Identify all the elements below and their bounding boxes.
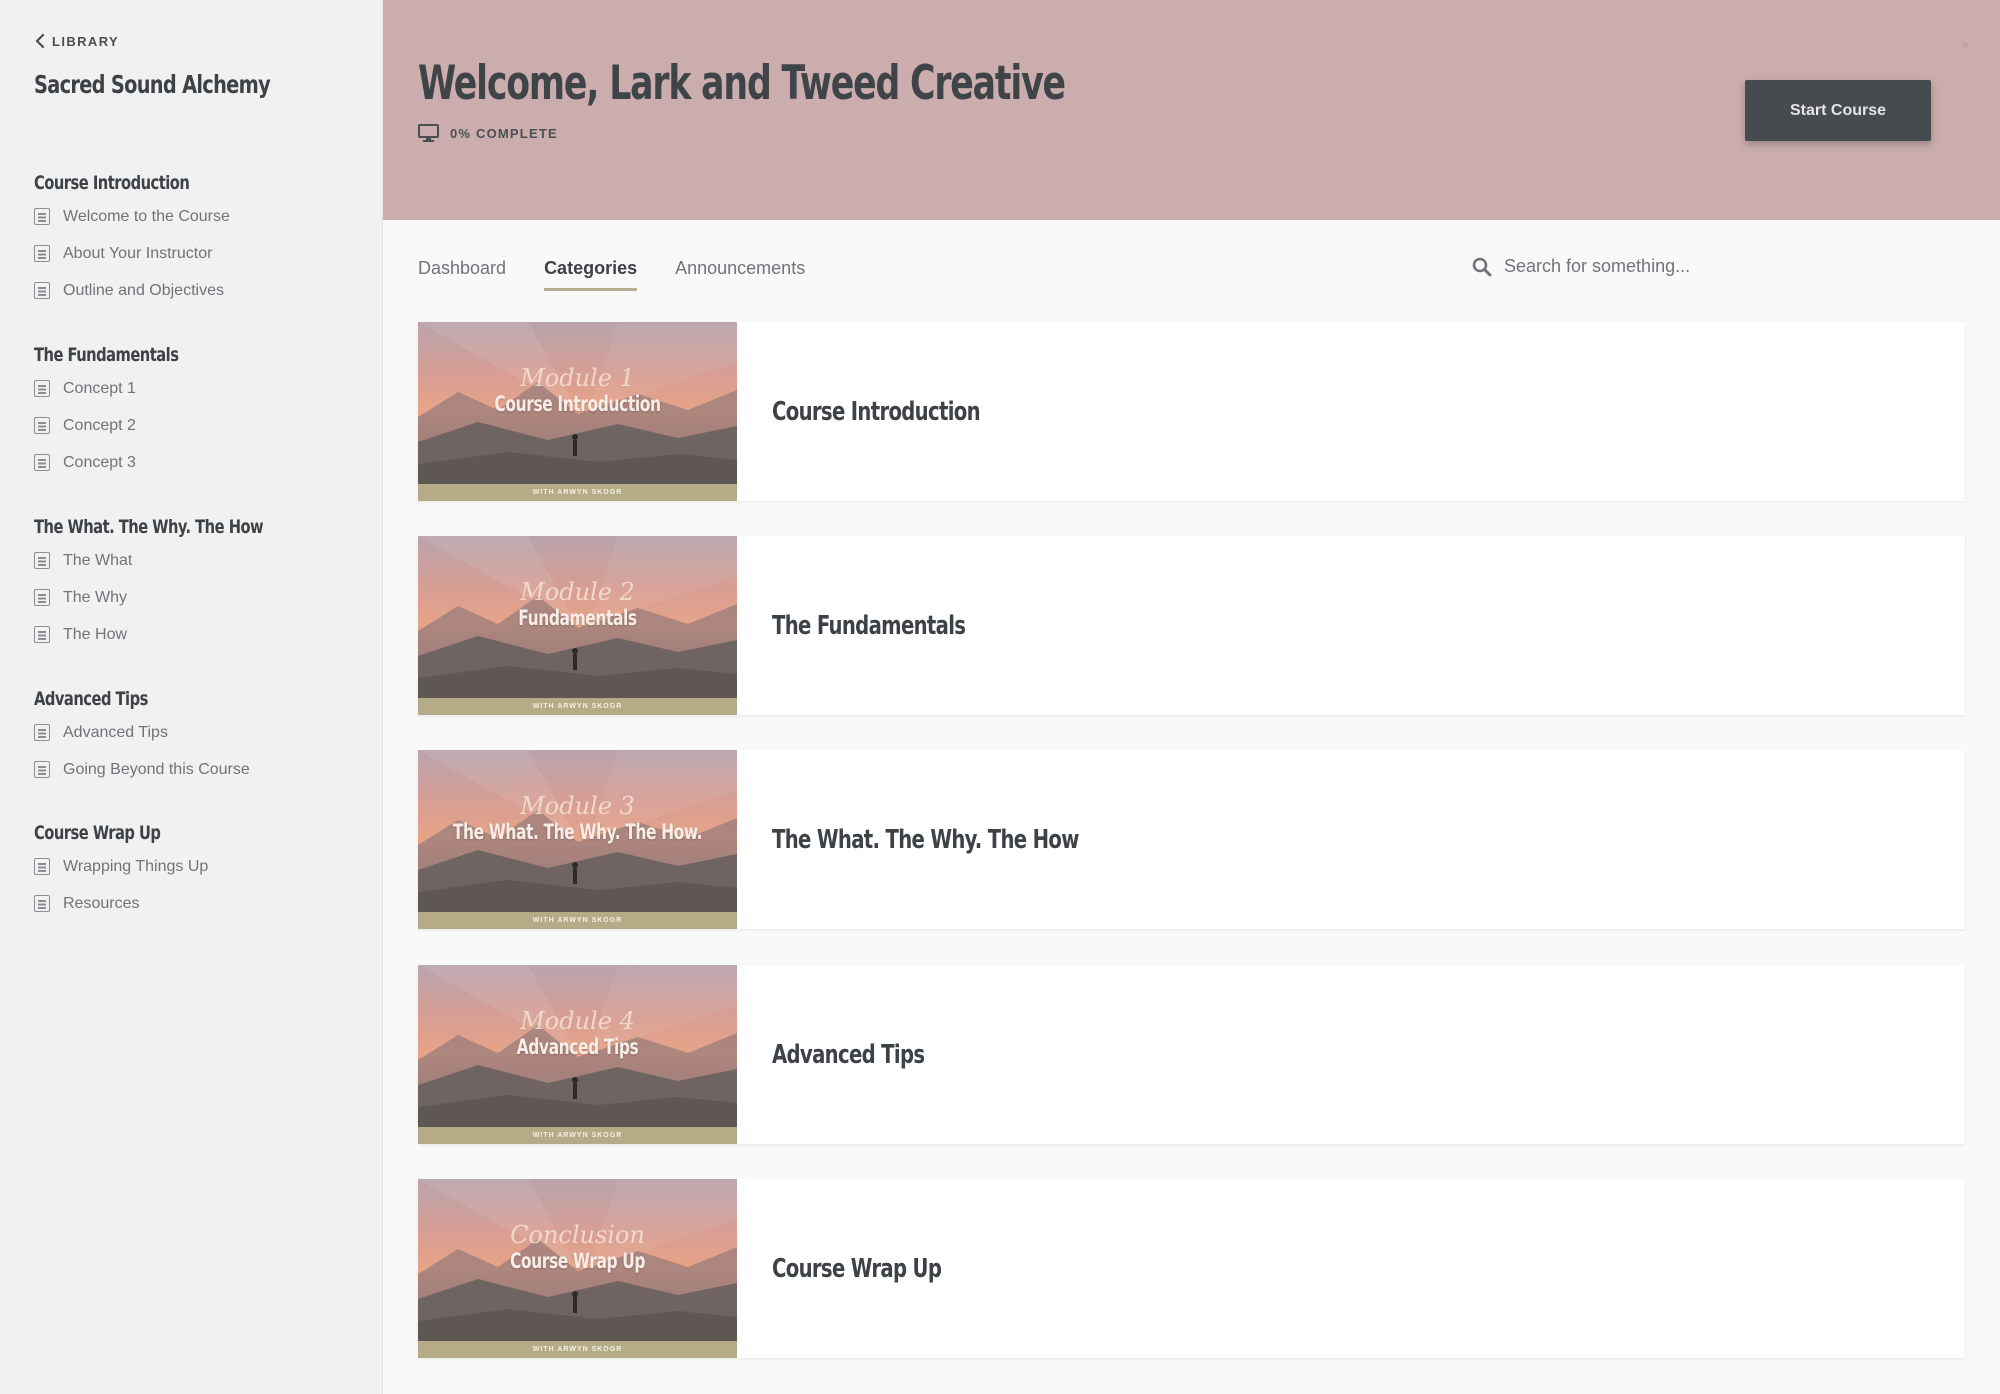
section-heading[interactable]: The Fundamentals	[34, 340, 318, 370]
category-title: Advanced Tips	[772, 1039, 925, 1070]
category-card-course-introduction[interactable]: Module 1 Course Introduction WITH ARWYN …	[418, 322, 1965, 501]
thumbnail-title: Course Introduction	[494, 392, 661, 416]
thumbnail-module-label: Conclusion	[510, 1221, 645, 1249]
thumbnail-module-label: Module 4	[520, 1007, 635, 1035]
main-tabs: Dashboard Categories Announcements	[418, 258, 805, 291]
category-card-advanced-tips[interactable]: Module 4 Advanced Tips WITH ARWYN SKOGR …	[418, 965, 1965, 1144]
lesson-label: Concept 2	[63, 416, 136, 434]
document-icon	[34, 858, 50, 875]
lesson-label: Welcome to the Course	[63, 207, 230, 225]
document-icon	[34, 380, 50, 397]
document-icon	[34, 589, 50, 606]
category-card-what-why-how[interactable]: Module 3 The What. The Why. The How. WIT…	[418, 750, 1965, 929]
lesson-item[interactable]: Concept 3	[34, 444, 364, 481]
lesson-label: Resources	[63, 894, 140, 912]
sidebar: LIBRARY Sacred Sound Alchemy Course Intr…	[0, 0, 383, 1394]
lesson-label: The What	[63, 551, 133, 569]
category-title: Course Introduction	[772, 396, 981, 427]
search-icon[interactable]	[1472, 257, 1492, 277]
course-title: Sacred Sound Alchemy	[34, 70, 271, 99]
lesson-label: Going Beyond this Course	[63, 760, 250, 778]
category-title: The What. The Why. The How	[772, 824, 1079, 855]
thumbnail-title: Course Wrap Up	[509, 1249, 646, 1273]
section-heading[interactable]: Course Introduction	[34, 168, 318, 198]
close-icon[interactable]: ×	[1962, 39, 1972, 51]
tab-announcements[interactable]: Announcements	[675, 258, 805, 291]
document-icon	[34, 417, 50, 434]
document-icon	[34, 208, 50, 225]
lesson-label: Advanced Tips	[63, 723, 168, 741]
lesson-label: Concept 1	[63, 379, 136, 397]
thumbnail-instructor-band: WITH ARWYN SKOGR	[418, 1127, 737, 1144]
progress-status: 0% COMPLETE	[418, 124, 558, 142]
category-thumbnail: Module 1 Course Introduction WITH ARWYN …	[418, 322, 737, 501]
course-app: LIBRARY Sacred Sound Alchemy Course Intr…	[0, 0, 2000, 1394]
document-icon	[34, 282, 50, 299]
tab-categories[interactable]: Categories	[544, 258, 638, 291]
lesson-label: Concept 3	[63, 453, 136, 471]
category-thumbnail: Module 4 Advanced Tips WITH ARWYN SKOGR	[418, 965, 737, 1144]
lesson-item[interactable]: Outline and Objectives	[34, 272, 364, 309]
sidebar-section-advanced-tips: Advanced Tips Advanced Tips Going Beyond…	[34, 684, 364, 788]
category-title: The Fundamentals	[772, 610, 966, 641]
category-thumbnail: Module 2 Fundamentals WITH ARWYN SKOGR	[418, 536, 737, 715]
sidebar-section-course-introduction: Course Introduction Welcome to the Cours…	[34, 168, 364, 309]
category-thumbnail: Module 3 The What. The Why. The How. WIT…	[418, 750, 737, 929]
lesson-label: Outline and Objectives	[63, 281, 224, 299]
progress-label: 0% COMPLETE	[450, 125, 558, 141]
thumbnail-title: The What. The Why. The How.	[452, 820, 703, 844]
tab-dashboard[interactable]: Dashboard	[418, 258, 506, 291]
lesson-item[interactable]: Concept 1	[34, 370, 364, 407]
start-course-button[interactable]: Start Course	[1745, 80, 1931, 141]
lesson-item[interactable]: Concept 2	[34, 407, 364, 444]
lesson-item[interactable]: Advanced Tips	[34, 714, 364, 751]
search-input[interactable]	[1504, 256, 1924, 277]
category-thumbnail: Conclusion Course Wrap Up WITH ARWYN SKO…	[418, 1179, 737, 1358]
lesson-item[interactable]: About Your Instructor	[34, 235, 364, 272]
thumbnail-instructor-band: WITH ARWYN SKOGR	[418, 912, 737, 929]
lesson-label: The Why	[63, 588, 128, 606]
course-header: Welcome, Lark and Tweed Creative 0% COMP…	[383, 0, 2000, 220]
chevron-left-icon	[35, 33, 45, 49]
document-icon	[34, 454, 50, 471]
lesson-item[interactable]: Going Beyond this Course	[34, 751, 364, 788]
thumbnail-instructor-band: WITH ARWYN SKOGR	[418, 484, 737, 501]
document-icon	[34, 761, 50, 778]
thumbnail-title: Advanced Tips	[516, 1035, 639, 1059]
category-card-course-wrap-up[interactable]: Conclusion Course Wrap Up WITH ARWYN SKO…	[418, 1179, 1965, 1358]
lesson-item[interactable]: The How	[34, 616, 364, 653]
sidebar-section-the-fundamentals: The Fundamentals Concept 1 Concept 2 Con…	[34, 340, 364, 481]
document-icon	[34, 895, 50, 912]
library-back-link[interactable]: LIBRARY	[34, 33, 119, 49]
section-heading[interactable]: The What. The Why. The How	[34, 512, 318, 542]
lesson-item[interactable]: The What	[34, 542, 364, 579]
thumbnail-module-label: Module 3	[520, 792, 635, 820]
monitor-icon	[418, 124, 439, 142]
thumbnail-title: Fundamentals	[518, 606, 637, 630]
thumbnail-instructor-band: WITH ARWYN SKOGR	[418, 698, 737, 715]
sidebar-section-what-why-how: The What. The Why. The How The What The …	[34, 512, 364, 653]
thumbnail-module-label: Module 2	[520, 578, 635, 606]
lesson-label: The How	[63, 625, 128, 643]
sidebar-section-course-wrap-up: Course Wrap Up Wrapping Things Up Resour…	[34, 818, 364, 922]
document-icon	[34, 626, 50, 643]
section-heading[interactable]: Course Wrap Up	[34, 818, 318, 848]
lesson-item[interactable]: Wrapping Things Up	[34, 848, 364, 885]
document-icon	[34, 724, 50, 741]
category-card-the-fundamentals[interactable]: Module 2 Fundamentals WITH ARWYN SKOGR T…	[418, 536, 1965, 715]
lesson-item[interactable]: The Why	[34, 579, 364, 616]
lesson-label: About Your Instructor	[63, 244, 213, 262]
thumbnail-instructor-band: WITH ARWYN SKOGR	[418, 1341, 737, 1358]
search-bar	[1472, 256, 1952, 277]
document-icon	[34, 245, 50, 262]
lesson-item[interactable]: Welcome to the Course	[34, 198, 364, 235]
lesson-item[interactable]: Resources	[34, 885, 364, 922]
category-title: Course Wrap Up	[772, 1253, 942, 1284]
section-heading[interactable]: Advanced Tips	[34, 684, 318, 714]
document-icon	[34, 552, 50, 569]
lesson-label: Wrapping Things Up	[63, 857, 209, 875]
welcome-heading: Welcome, Lark and Tweed Creative	[418, 56, 1066, 111]
library-label: LIBRARY	[52, 33, 120, 49]
thumbnail-module-label: Module 1	[520, 364, 635, 392]
